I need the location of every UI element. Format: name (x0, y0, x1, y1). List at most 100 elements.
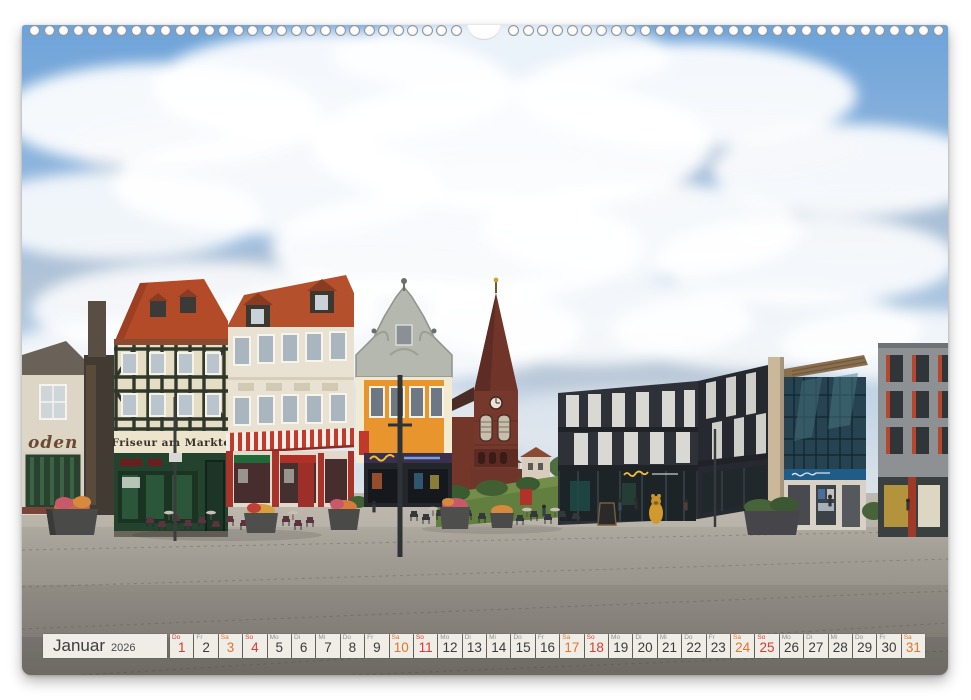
binding-hole (552, 25, 563, 36)
day-number: 7 (316, 641, 339, 655)
binding-hole (262, 25, 273, 36)
binding-hole (567, 25, 578, 36)
binding-hole (860, 25, 871, 36)
binding-hole (131, 25, 142, 36)
white-townhouse (226, 275, 368, 508)
day-cell: Mi21 (658, 634, 681, 658)
day-number: 17 (560, 641, 583, 655)
binding-hole (407, 25, 418, 36)
weekday-abbrev: So (757, 635, 765, 642)
day-number: 24 (731, 641, 754, 655)
market-square-photo: oden (22, 25, 948, 675)
weekday-abbrev: So (245, 635, 253, 642)
weekday-abbrev: Mi (318, 635, 325, 642)
day-number: 23 (707, 641, 730, 655)
binding-hole (786, 25, 797, 36)
calendar-page: oden (22, 25, 948, 675)
binding-hole (364, 25, 375, 36)
day-row: Do1Fr2Sa3So4Mo5Di6Mi7Do8Fr9Sa10So11Mo12D… (170, 634, 925, 658)
binding-hole (625, 25, 636, 36)
binding-hole (73, 25, 84, 36)
binding-hole (349, 25, 360, 36)
day-number: 2 (194, 641, 217, 655)
weekday-abbrev: Do (343, 635, 351, 642)
binding-hole (874, 25, 885, 36)
hairdresser-sign: Friseur am Markte (111, 437, 230, 449)
day-cell: Sa3 (219, 634, 242, 658)
binding-hole (889, 25, 900, 36)
day-number: 1 (170, 641, 193, 655)
binding-hole (320, 25, 331, 36)
day-cell: So18 (585, 634, 608, 658)
day-cell: Sa17 (560, 634, 583, 658)
day-number: 5 (268, 641, 291, 655)
weekday-abbrev: Mi (660, 635, 667, 642)
day-cell: Fr2 (194, 634, 217, 658)
binding-hole (218, 25, 229, 36)
binding-hole (422, 25, 433, 36)
day-number: 18 (585, 641, 608, 655)
day-cell: Mi14 (487, 634, 510, 658)
day-number: 12 (438, 641, 461, 655)
weekday-abbrev: So (587, 635, 595, 642)
binding-hole (655, 25, 666, 36)
day-cell: Di27 (804, 634, 827, 658)
half-timbered-house: Friseur am Markte (111, 279, 230, 537)
day-cell: Di20 (633, 634, 656, 658)
binding-hole (581, 25, 592, 36)
day-number: 4 (243, 641, 266, 655)
binding-hole (116, 25, 127, 36)
weekday-abbrev: Fr (538, 635, 544, 642)
day-number: 22 (682, 641, 705, 655)
weekday-abbrev: Mo (270, 635, 279, 642)
day-number: 27 (804, 641, 827, 655)
day-cell: Mi28 (829, 634, 852, 658)
right-office-building (878, 343, 948, 537)
weekday-abbrev: Di (635, 635, 641, 642)
binding-hole (102, 25, 113, 36)
day-number: 11 (414, 641, 437, 655)
weekday-abbrev: Do (172, 635, 180, 642)
day-number: 30 (877, 641, 900, 655)
day-cell: Do8 (341, 634, 364, 658)
weekday-abbrev: Fr (879, 635, 885, 642)
weekday-abbrev: Sa (733, 635, 741, 642)
binding-hole (523, 25, 534, 36)
weekday-abbrev: Mo (611, 635, 620, 642)
binding-hole (757, 25, 768, 36)
binding-hole (640, 25, 651, 36)
binding-hole (378, 25, 389, 36)
day-number: 29 (853, 641, 876, 655)
day-number: 9 (365, 641, 388, 655)
day-cell: Do15 (511, 634, 534, 658)
binding-hole (436, 25, 447, 36)
binding-hole (276, 25, 287, 36)
day-cell: So25 (755, 634, 778, 658)
day-number: 26 (780, 641, 803, 655)
month-name: Januar (53, 634, 105, 658)
day-number: 28 (829, 641, 852, 655)
binding-hole (58, 25, 69, 36)
binding-hole (845, 25, 856, 36)
binding-hole (44, 25, 55, 36)
day-number: 8 (341, 641, 364, 655)
day-number: 16 (536, 641, 559, 655)
day-cell: Di6 (292, 634, 315, 658)
day-cell: So11 (414, 634, 437, 658)
weekday-abbrev: So (416, 635, 424, 642)
weekday-abbrev: Mo (782, 635, 791, 642)
weekday-abbrev: Mi (489, 635, 496, 642)
year-number: 2026 (111, 642, 135, 654)
day-number: 3 (219, 641, 242, 655)
day-number: 14 (487, 641, 510, 655)
day-cell: Fr30 (877, 634, 900, 658)
day-cell: Mo12 (438, 634, 461, 658)
binding-hole (393, 25, 404, 36)
binding-hole (742, 25, 753, 36)
day-cell: Fr23 (707, 634, 730, 658)
binding-hole (233, 25, 244, 36)
day-cell: Mo26 (780, 634, 803, 658)
day-cell: Sa10 (390, 634, 413, 658)
binding-hole (772, 25, 783, 36)
binding-hole (508, 25, 519, 36)
